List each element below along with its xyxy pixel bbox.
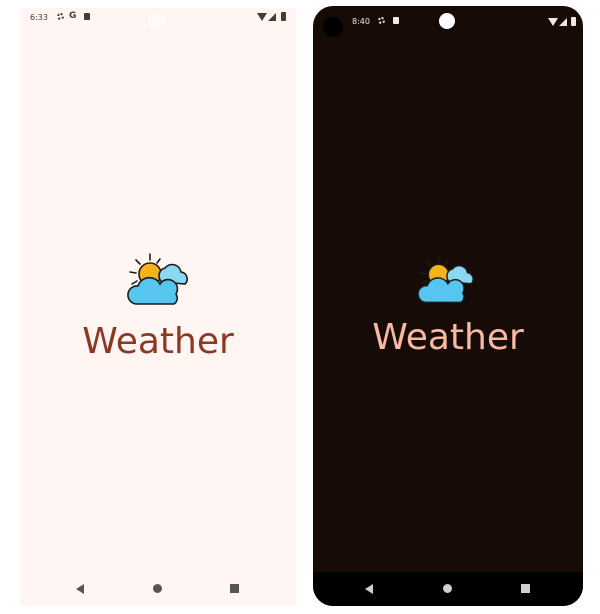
google-icon: G [69, 11, 77, 21]
settings-gear-icon [57, 13, 64, 20]
front-camera-cutout [439, 13, 455, 29]
navigation-bar [313, 572, 583, 606]
home-button[interactable] [153, 584, 162, 593]
app-title: Weather [372, 317, 524, 358]
front-camera-cutout [147, 12, 166, 31]
wifi-icon [257, 13, 267, 21]
dark-phone-screen: 8:40 Weather [313, 6, 583, 606]
recents-button[interactable] [230, 584, 239, 593]
navigation-bar [20, 572, 296, 606]
battery-icon [281, 12, 286, 21]
sim-card-icon [84, 13, 90, 20]
wifi-icon [548, 18, 558, 26]
back-button[interactable] [365, 584, 373, 594]
recents-button[interactable] [521, 584, 530, 593]
battery-icon [571, 17, 576, 26]
light-phone-screen: 6:33 G Weather [20, 8, 296, 606]
back-button[interactable] [76, 584, 84, 594]
home-button[interactable] [443, 584, 452, 593]
weather-sun-cloud-icon [417, 255, 474, 304]
status-time: 8:40 [352, 17, 370, 26]
settings-gear-icon [378, 17, 385, 24]
sim-card-icon [393, 17, 399, 24]
app-title: Weather [82, 321, 234, 362]
status-time: 6:33 [30, 13, 48, 22]
weather-sun-cloud-icon [127, 253, 188, 305]
cell-signal-icon [559, 18, 567, 26]
cell-signal-icon [268, 13, 276, 21]
